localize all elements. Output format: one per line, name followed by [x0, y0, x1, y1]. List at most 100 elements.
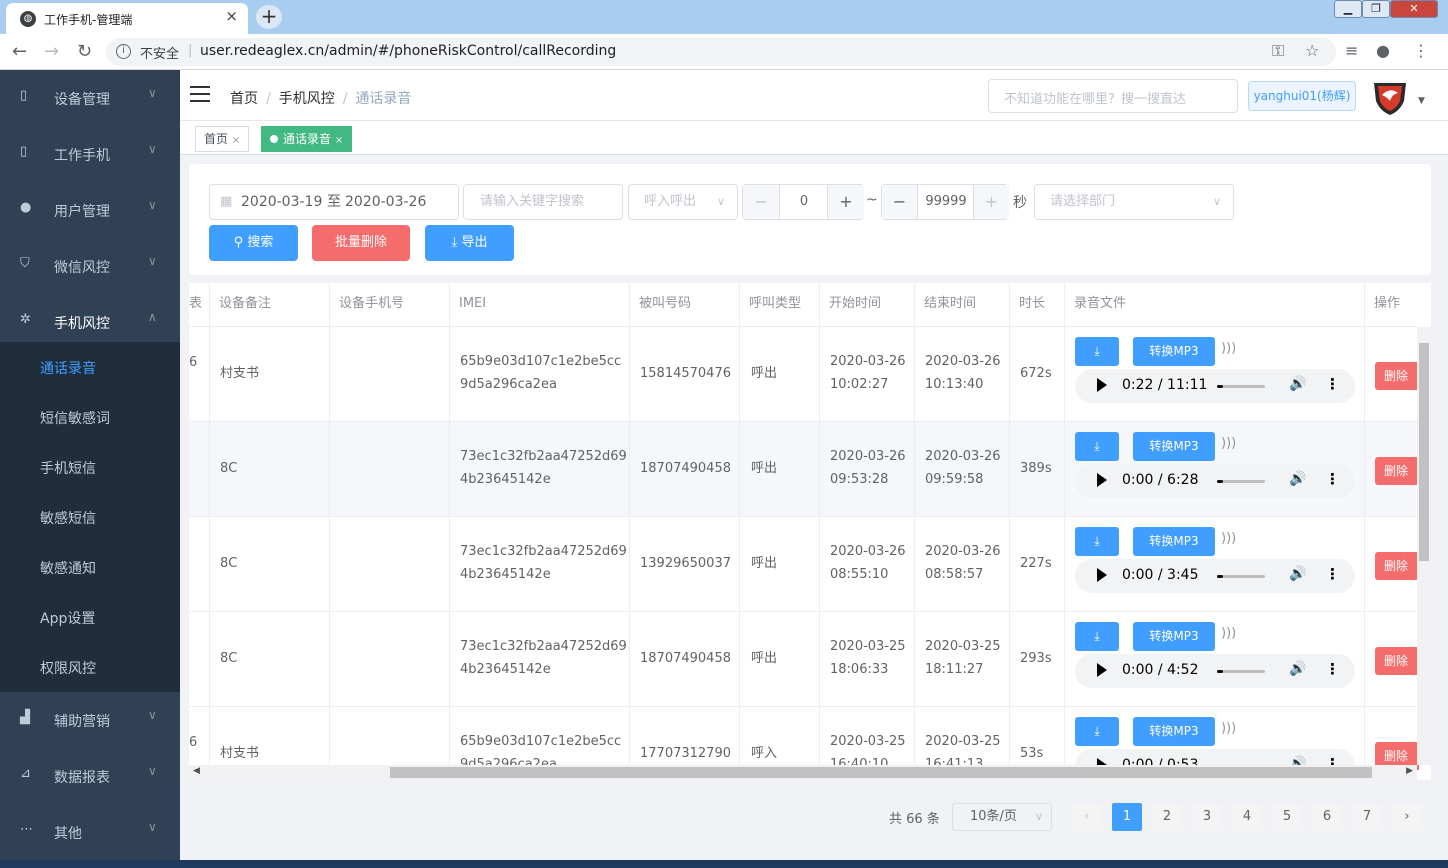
close-tab-icon[interactable]: ×	[225, 7, 238, 25]
play-icon[interactable]	[1097, 473, 1107, 487]
max-duration-stepper[interactable]: − 99999 +	[881, 184, 1009, 220]
back-icon[interactable]: ←	[12, 41, 27, 62]
page-button[interactable]: 2	[1152, 803, 1182, 831]
user-badge[interactable]: yanghui01(杨辉)	[1248, 81, 1356, 111]
download-button[interactable]: ⤓	[1075, 622, 1119, 651]
table-row[interactable]: 6 村支书 65b9e03d107c1e2be5cc 9d5a296ca2ea 1581…	[189, 327, 1419, 422]
submenu-phone-sms[interactable]: 手机短信	[0, 442, 180, 492]
increase-button[interactable]: +	[827, 185, 864, 219]
department-select[interactable]: 请选择部门 ∨	[1034, 184, 1234, 220]
function-search-input[interactable]: 不知道功能在哪里？搜一搜直达	[988, 79, 1238, 113]
column-header-callee[interactable]: 被叫号码	[629, 283, 739, 327]
download-button[interactable]: ⤓	[1075, 527, 1119, 556]
volume-icon[interactable]: 🔊	[1289, 471, 1306, 487]
tag-call-recording[interactable]: 通话录音 ×	[261, 126, 353, 152]
column-header-recording[interactable]: 录音文件	[1064, 283, 1364, 327]
max-duration-value[interactable]: 99999	[918, 185, 974, 219]
sidebar-item-reports[interactable]: ⊿ 数据报表 ∨	[0, 748, 180, 804]
audio-player[interactable]: 0:00 / 3:45 🔊 ⋮	[1075, 559, 1355, 593]
avatar[interactable]	[1370, 77, 1410, 117]
play-icon[interactable]	[1097, 378, 1107, 392]
volume-icon[interactable]: 🔊	[1289, 566, 1306, 582]
page-button[interactable]: 7	[1352, 803, 1382, 831]
audio-player[interactable]: 0:00 / 4:52 🔊 ⋮	[1075, 654, 1355, 688]
submenu-sensitive-sms[interactable]: 敏感短信	[0, 492, 180, 542]
page-button[interactable]: 3	[1192, 803, 1222, 831]
account-icon[interactable]: ●	[1376, 41, 1390, 60]
table-row[interactable]: 8C 73ec1c32fb2aa47252d69 4b23645142e 187074…	[189, 612, 1419, 707]
download-button[interactable]: ⤓	[1075, 432, 1119, 461]
breadcrumb-home[interactable]: 首页	[230, 91, 258, 107]
reload-icon[interactable]: ↻	[77, 41, 92, 62]
prev-page-button[interactable]: ‹	[1072, 803, 1102, 831]
export-button[interactable]: ⤓ 导出	[425, 225, 514, 261]
horizontal-scroll-thumb[interactable]	[390, 767, 1372, 778]
omnibox[interactable]: i 不安全 | user.redeaglex.cn/admin/#/phoneR…	[106, 38, 1336, 66]
page-button[interactable]: 4	[1232, 803, 1262, 831]
increase-button[interactable]: +	[973, 185, 1009, 219]
column-header-call-type[interactable]: 呼叫类型	[739, 283, 819, 327]
download-button[interactable]: ⤓	[1075, 717, 1119, 746]
table-row[interactable]: 6村支书65b9e03d107c1e2be5cc9d5a296ca2ea1770…	[189, 707, 1419, 802]
player-progress-track[interactable]	[1217, 670, 1265, 673]
player-progress-track[interactable]	[1217, 385, 1265, 388]
page-size-select[interactable]: 10条/页 ∨	[952, 803, 1052, 831]
decrease-button[interactable]: −	[882, 185, 918, 219]
media-icon[interactable]: ≡	[1345, 41, 1358, 60]
page-button[interactable]: 6	[1312, 803, 1342, 831]
audio-player[interactable]: 0:00 / 6:28 🔊 ⋮	[1075, 464, 1355, 498]
url-text[interactable]: user.redeaglex.cn/admin/#/phoneRiskContr…	[200, 43, 616, 59]
convert-mp3-button[interactable]: 转换MP3	[1133, 717, 1215, 746]
min-duration-value[interactable]: 0	[780, 185, 828, 219]
column-header-actions[interactable]: 操作	[1364, 283, 1417, 327]
delete-button[interactable]: 删除	[1375, 647, 1419, 675]
column-header-phone[interactable]: 设备手机号	[329, 283, 449, 327]
table-row[interactable]: 8C 73ec1c32fb2aa47252d69 4b23645142e 187074…	[189, 422, 1419, 517]
convert-mp3-button[interactable]: 转换MP3	[1133, 622, 1215, 651]
convert-mp3-button[interactable]: 转换MP3	[1133, 432, 1215, 461]
volume-icon[interactable]: 🔊	[1289, 661, 1306, 677]
convert-mp3-button[interactable]: 转换MP3	[1133, 527, 1215, 556]
player-menu-icon[interactable]: ⋮	[1325, 375, 1340, 393]
player-progress-track[interactable]	[1217, 575, 1265, 578]
window-maximize-button[interactable]: ❐	[1362, 0, 1390, 18]
key-icon[interactable]: ⚿	[1272, 41, 1284, 61]
player-progress-track[interactable]	[1217, 480, 1265, 483]
scroll-right-icon[interactable]: ▶	[1406, 766, 1413, 776]
convert-mp3-button[interactable]: 转换MP3	[1133, 337, 1215, 366]
sidebar-item-other[interactable]: ⋯ 其他 ∨	[0, 804, 180, 860]
submenu-sensitive-notify[interactable]: 敏感通知	[0, 542, 180, 592]
submenu-call-recording[interactable]: 通话录音	[0, 342, 180, 392]
call-type-select[interactable]: 呼入呼出 ∨	[628, 184, 738, 220]
column-header-duration[interactable]: 时长	[1009, 283, 1064, 327]
new-tab-button[interactable]: +	[256, 5, 282, 29]
next-page-button[interactable]: ›	[1392, 803, 1422, 831]
player-menu-icon[interactable]: ⋮	[1325, 565, 1340, 583]
vertical-scroll-thumb[interactable]	[1419, 343, 1429, 561]
info-icon[interactable]: i	[116, 44, 131, 59]
page-button[interactable]: 1	[1112, 803, 1142, 831]
column-header-imei[interactable]: IMEI	[449, 283, 629, 327]
batch-delete-button[interactable]: 批量删除	[312, 225, 410, 261]
download-button[interactable]: ⤓	[1075, 337, 1119, 366]
sidebar-item-device[interactable]: ▯ 设备管理 ∨	[0, 70, 180, 126]
sidebar-item-users[interactable]: ● 用户管理 ∨	[0, 182, 180, 238]
tag-home[interactable]: 首页 ×	[195, 126, 250, 152]
menu-dots-icon[interactable]: ⋮	[1413, 41, 1429, 60]
close-icon[interactable]: ×	[335, 135, 343, 146]
sidebar-item-workphone[interactable]: ▯ 工作手机 ∨	[0, 126, 180, 182]
decrease-button[interactable]: −	[743, 185, 780, 219]
forward-icon[interactable]: →	[44, 41, 59, 62]
page-button[interactable]: 5	[1272, 803, 1302, 831]
player-menu-icon[interactable]: ⋮	[1325, 660, 1340, 678]
browser-tab[interactable]: ◍ 工作手机-管理端 ×	[6, 3, 248, 34]
delete-button[interactable]: 删除	[1375, 362, 1419, 390]
scroll-left-icon[interactable]: ◀	[193, 766, 200, 776]
star-icon[interactable]: ☆	[1305, 41, 1319, 60]
sidebar-item-wechat-risk[interactable]: ⛉ 微信风控 ∨	[0, 238, 180, 294]
column-header-note[interactable]: 设备备注	[209, 283, 329, 327]
submenu-permission-risk[interactable]: 权限风控	[0, 642, 180, 692]
date-range-picker[interactable]: ▦ 2020-03-19 至 2020-03-26	[209, 184, 459, 220]
keyword-search-input[interactable]: 请输入关键字搜索	[463, 184, 623, 220]
player-menu-icon[interactable]: ⋮	[1325, 470, 1340, 488]
